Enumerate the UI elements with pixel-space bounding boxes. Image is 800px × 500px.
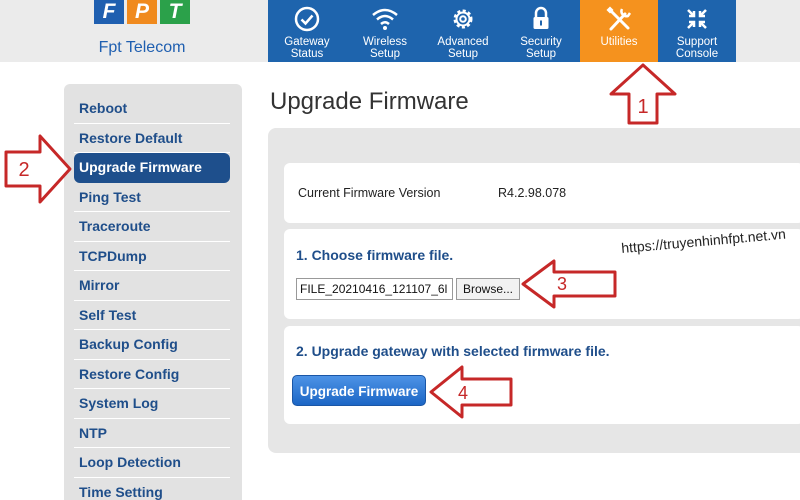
nav-support-console[interactable]: Support Console bbox=[658, 0, 736, 62]
upgrade-box: 2. Upgrade gateway with selected firmwar… bbox=[284, 326, 800, 424]
header-bar: F P T Fpt Telecom Gateway Status Wireles… bbox=[0, 0, 800, 62]
callout-arrow-3: 3 bbox=[521, 259, 617, 309]
sidebar-item-restore-config[interactable]: Restore Config bbox=[74, 360, 230, 389]
sidebar-item-backup-config[interactable]: Backup Config bbox=[74, 330, 230, 360]
callout-arrow-1: 1 bbox=[609, 63, 677, 125]
sidebar-item-tcpdump[interactable]: TCPDump bbox=[74, 242, 230, 271]
sidebar-item-system-log[interactable]: System Log bbox=[74, 389, 230, 419]
callout-number-1: 1 bbox=[637, 96, 648, 118]
nav-label: Wireless bbox=[362, 36, 408, 48]
logo-letter-f: F bbox=[94, 0, 124, 24]
nav-label: Setup bbox=[447, 48, 479, 60]
sidebar-item-mirror[interactable]: Mirror bbox=[74, 271, 230, 301]
sidebar-item-self-test[interactable]: Self Test bbox=[74, 301, 230, 330]
nav-label: Status bbox=[290, 48, 324, 60]
callout-arrow-4: 4 bbox=[429, 365, 513, 419]
wifi-icon bbox=[372, 8, 398, 30]
utilities-sidebar: Reboot Restore Default Upgrade Firmware … bbox=[64, 84, 242, 500]
upgrade-firmware-button[interactable]: Upgrade Firmware bbox=[292, 375, 426, 406]
nav-label: Gateway bbox=[284, 36, 330, 48]
current-firmware-box: Current Firmware Version R4.2.98.078 bbox=[284, 163, 800, 223]
tools-icon bbox=[606, 6, 632, 31]
check-circle-icon bbox=[294, 6, 320, 32]
nav-label: Setup bbox=[369, 48, 401, 60]
logo-letter-p: P bbox=[127, 0, 157, 24]
callout-number-3: 3 bbox=[557, 274, 567, 294]
nav-label: Advanced bbox=[437, 36, 489, 48]
page-title: Upgrade Firmware bbox=[270, 88, 469, 115]
sidebar-item-reboot[interactable]: Reboot bbox=[74, 94, 230, 124]
gear-icon bbox=[453, 9, 473, 29]
nav-label: Setup bbox=[525, 48, 557, 60]
current-firmware-label: Current Firmware Version bbox=[298, 186, 441, 200]
lock-icon bbox=[533, 6, 549, 29]
sidebar-item-ntp[interactable]: NTP bbox=[74, 419, 230, 448]
nav-label: Utilities bbox=[600, 36, 638, 48]
sidebar-item-traceroute[interactable]: Traceroute bbox=[74, 212, 230, 242]
logo-letter-t: T bbox=[160, 0, 190, 24]
fpt-logo: F P T Fpt Telecom bbox=[86, 0, 198, 62]
choose-file-heading: 1. Choose firmware file. bbox=[296, 247, 454, 263]
firmware-file-input[interactable]: FILE_20210416_121107_6l bbox=[296, 278, 453, 300]
nav-label: Console bbox=[675, 48, 719, 60]
nav-label: Security bbox=[520, 36, 562, 48]
nav-label: Support bbox=[676, 36, 718, 48]
callout-number-4: 4 bbox=[458, 383, 468, 403]
arrows-inward-icon bbox=[687, 9, 707, 29]
current-firmware-value: R4.2.98.078 bbox=[498, 186, 567, 200]
sidebar-item-restore-default[interactable]: Restore Default bbox=[74, 124, 230, 153]
upgrade-heading: 2. Upgrade gateway with selected firmwar… bbox=[296, 343, 610, 359]
nav-utilities[interactable]: Utilities bbox=[580, 0, 658, 62]
sidebar-item-loop-detection[interactable]: Loop Detection bbox=[74, 448, 230, 478]
top-nav: Gateway Status Wireless Setup Advanced S… bbox=[268, 0, 736, 62]
nav-advanced-setup[interactable]: Advanced Setup bbox=[424, 0, 502, 62]
browse-button[interactable]: Browse... bbox=[456, 278, 520, 300]
callout-number-2: 2 bbox=[18, 159, 29, 181]
sidebar-item-upgrade-firmware[interactable]: Upgrade Firmware bbox=[74, 153, 230, 183]
sidebar-item-ping-test[interactable]: Ping Test bbox=[74, 183, 230, 212]
sidebar-item-time-setting[interactable]: Time Setting bbox=[74, 478, 230, 500]
nav-security-setup[interactable]: Security Setup bbox=[502, 0, 580, 62]
nav-wireless-setup[interactable]: Wireless Setup bbox=[346, 0, 424, 62]
callout-arrow-2: 2 bbox=[4, 134, 72, 204]
nav-gateway-status[interactable]: Gateway Status bbox=[268, 0, 346, 62]
logo-text: Fpt Telecom bbox=[98, 39, 186, 56]
